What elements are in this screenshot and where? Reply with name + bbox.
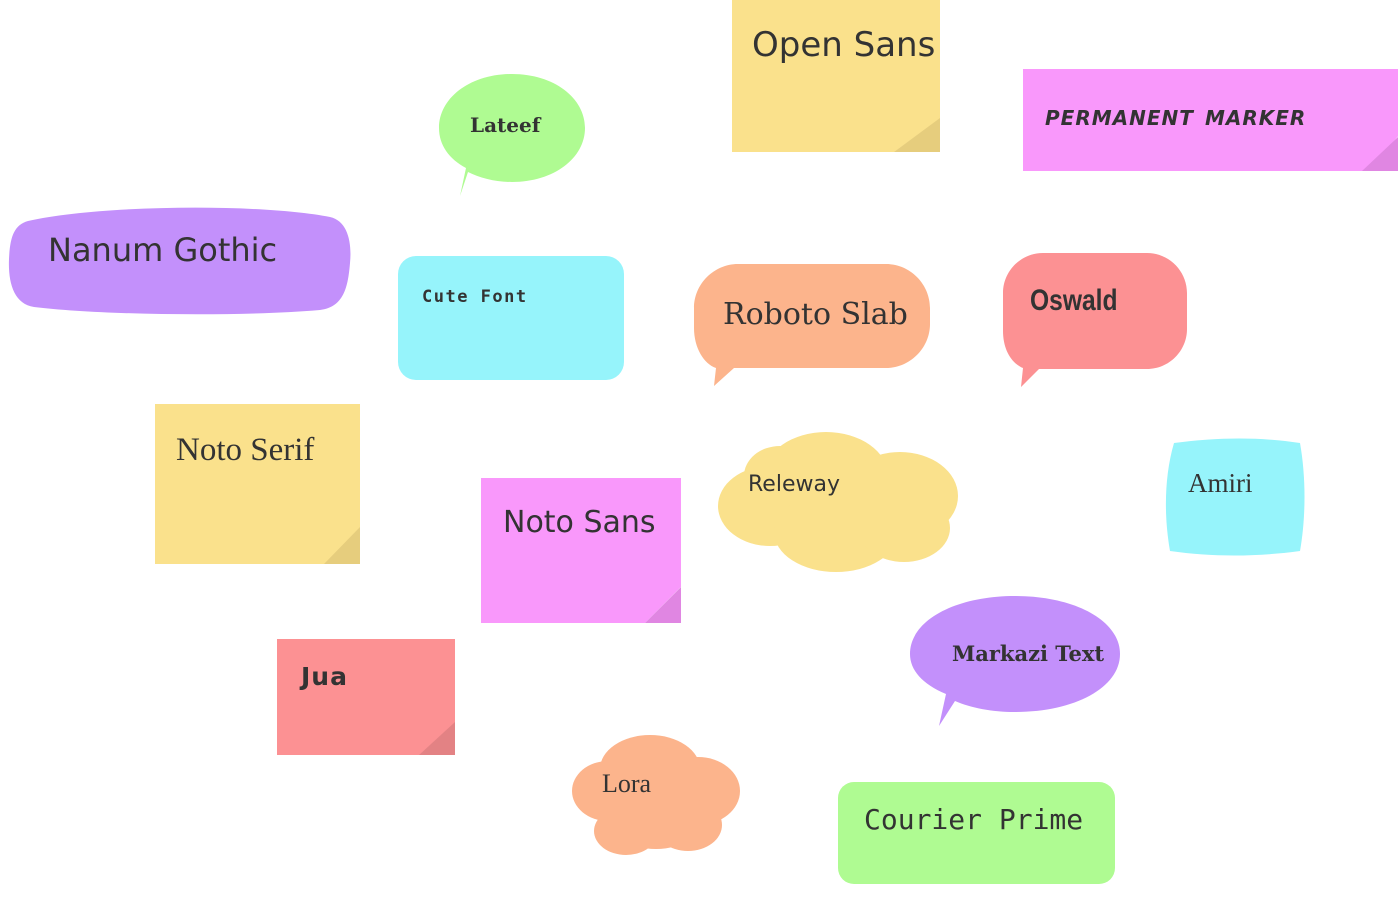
sticky-body — [481, 478, 681, 623]
blob-shape — [8, 203, 352, 315]
font-card-noto-serif[interactable]: Noto Serif — [155, 404, 360, 564]
bubble-svg — [910, 596, 1120, 726]
font-card-open-sans[interactable]: Open Sans — [732, 0, 940, 152]
font-card-roboto-slab[interactable]: Roboto Slab — [694, 264, 930, 386]
sticky-note-shape — [277, 639, 455, 755]
pillow-shape — [1160, 437, 1312, 557]
font-card-jua[interactable]: Jua — [277, 639, 455, 755]
sticky-note-shape — [481, 478, 681, 623]
rounded-rect-shape — [838, 782, 1115, 884]
speech-bubble-shape — [437, 72, 587, 200]
font-card-courier-prime[interactable]: Courier Prime — [838, 782, 1115, 884]
font-card-lateef[interactable]: Lateef — [437, 72, 587, 200]
sticky-body — [277, 639, 455, 755]
sticky-body — [155, 404, 360, 564]
font-card-permanent-marker[interactable]: Permanent Marker — [1023, 69, 1398, 171]
sticky-note-shape — [155, 404, 360, 564]
sticky-body — [1023, 69, 1398, 171]
bubble-svg — [694, 264, 930, 386]
speech-bubble-shape — [908, 594, 1122, 728]
speech-bubble-shape — [694, 264, 930, 386]
font-card-markazi-text[interactable]: Markazi Text — [908, 594, 1122, 728]
rounded-rect-shape — [398, 256, 624, 380]
pillow-svg — [1165, 438, 1305, 556]
font-card-cute-font[interactable]: Cute Font — [398, 256, 624, 380]
font-sample-board: Open Sans Permanent Marker Lateef Nanum … — [0, 0, 1400, 908]
font-card-lora[interactable]: Lora — [568, 729, 748, 859]
font-card-amiri[interactable]: Amiri — [1160, 437, 1312, 557]
sticky-note-shape — [732, 0, 940, 152]
font-card-releway[interactable]: Releway — [708, 424, 968, 579]
bubble-svg — [1003, 253, 1187, 387]
cloud-shape — [568, 729, 748, 859]
cloud-svg — [718, 432, 958, 572]
sticky-note-shape — [1023, 69, 1398, 171]
cloud-shape — [708, 424, 968, 579]
sticky-body — [732, 0, 940, 152]
font-card-oswald[interactable]: Oswald — [1003, 253, 1187, 387]
font-card-nanum-gothic[interactable]: Nanum Gothic — [8, 203, 352, 315]
bubble-svg — [439, 74, 585, 196]
blob-svg — [8, 207, 351, 315]
speech-bubble-shape — [1003, 253, 1187, 387]
cloud-svg — [572, 735, 740, 855]
font-card-noto-sans[interactable]: Noto Sans — [481, 478, 681, 623]
